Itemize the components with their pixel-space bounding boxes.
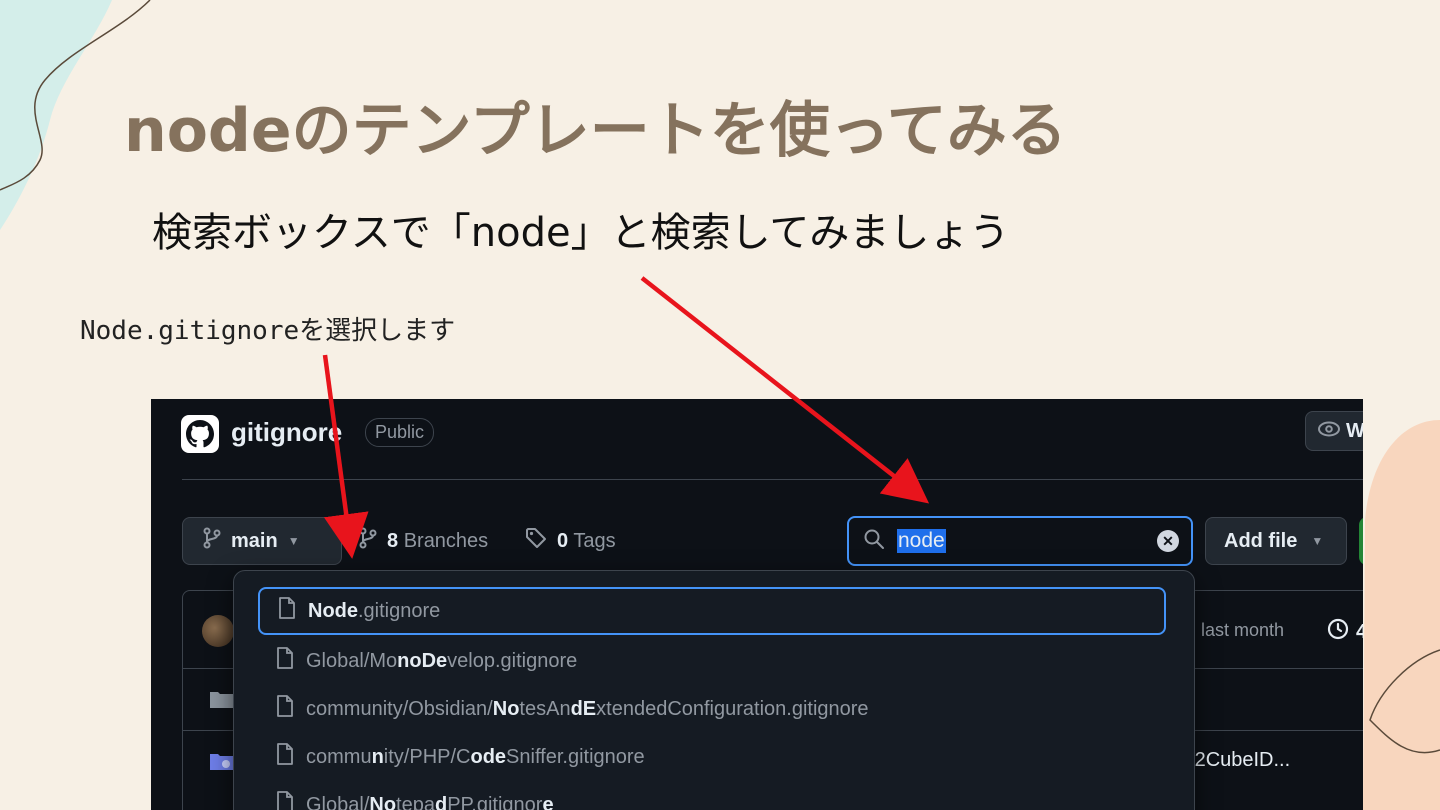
result-text: Global/ (306, 793, 370, 810)
search-result-label: Node.gitignore (308, 600, 440, 623)
result-text: Global/Mo (306, 649, 398, 672)
result-text: xtendedConfiguration.gitignore (596, 697, 869, 720)
clear-search-icon[interactable]: ✕ (1157, 530, 1179, 552)
search-result-item[interactable]: Node.gitignore (258, 587, 1166, 635)
watch-button[interactable]: W (1305, 411, 1363, 451)
watch-label: W (1346, 419, 1363, 442)
file-icon (276, 647, 294, 675)
submodule-folder-icon (209, 751, 235, 776)
commit-count: 4 (1356, 620, 1363, 643)
search-result-item[interactable]: Global/NotepadPP.gitignore (258, 781, 1166, 810)
match-highlight: Node (308, 599, 358, 622)
avatar[interactable] (202, 615, 234, 647)
search-result-item[interactable]: community/PHP/CodeSniffer.gitignore (258, 733, 1166, 781)
branches-link[interactable]: 8 Branches (359, 527, 488, 555)
branch-name: main (231, 529, 278, 552)
result-text: community/Obsidian/ (306, 697, 493, 720)
file-icon (276, 791, 294, 810)
result-text: tepa (396, 793, 435, 810)
file-icon (276, 695, 294, 723)
file-row-commit-message: l32CubeID... (1179, 749, 1291, 771)
header-divider (182, 479, 1363, 480)
search-input-value: node (897, 529, 946, 553)
result-text: PP.gitignor (447, 793, 543, 810)
github-logo-icon (181, 415, 219, 453)
match-highlight: e (542, 793, 554, 810)
file-icon (278, 597, 296, 625)
caret-down-icon: ▼ (1311, 534, 1324, 548)
slide-note: Node.gitignoreを選択します (80, 316, 456, 346)
match-highlight: n (371, 745, 384, 768)
commit-history-link[interactable]: 4 (1326, 617, 1363, 647)
match-highlight: dE (570, 697, 597, 720)
github-folder-icon (209, 689, 235, 714)
repo-name[interactable]: gitignore (231, 417, 342, 448)
tags-link[interactable]: 0 Tags (525, 527, 616, 555)
result-text: tesAn (519, 697, 571, 720)
result-text: commu (306, 745, 372, 768)
code-button[interactable] (1359, 517, 1363, 565)
search-result-label: Global/MonoDevelop.gitignore (306, 650, 577, 673)
match-highlight: d (434, 793, 448, 810)
result-text: ity/PHP/C (383, 745, 471, 768)
branches-label: Branches (403, 529, 489, 552)
search-results-dropdown: Node.gitignore Global/MonoDevelop.gitign… (233, 570, 1195, 810)
search-result-label: community/PHP/CodeSniffer.gitignore (306, 746, 645, 769)
branches-count: 8 (387, 529, 399, 552)
match-highlight: No (369, 793, 397, 810)
add-file-label: Add file (1224, 529, 1298, 552)
search-result-item[interactable]: Global/MonoDevelop.gitignore (258, 637, 1166, 685)
match-highlight: noDe (397, 649, 448, 672)
branch-icon (359, 527, 377, 555)
file-search-input[interactable]: node ✕ (847, 516, 1193, 566)
slide-subtitle: 検索ボックスで「node」と検索してみましょう (152, 210, 1010, 256)
tags-count: 0 (557, 529, 569, 552)
search-result-item[interactable]: community/Obsidian/NotesAndExtendedConfi… (258, 685, 1166, 733)
eye-icon (1318, 420, 1340, 443)
match-highlight: No (492, 697, 520, 720)
visibility-badge: Public (365, 418, 435, 447)
github-screenshot: gitignore Public W main ▼ 8 Branches 0 T… (151, 399, 1363, 810)
add-file-button[interactable]: Add file ▼ (1205, 517, 1347, 565)
branch-icon (203, 527, 221, 555)
tag-icon (525, 527, 547, 555)
result-text: Sniffer.gitignore (506, 745, 645, 768)
caret-down-icon: ▼ (287, 534, 300, 548)
result-text: .gitignore (358, 599, 441, 622)
tags-label: Tags (573, 529, 616, 552)
search-icon (863, 528, 885, 555)
match-highlight: ode (470, 745, 507, 768)
result-text: velop.gitignore (447, 649, 578, 672)
history-icon (1326, 617, 1350, 647)
file-icon (276, 743, 294, 771)
slide-title: nodeのテンプレートを使ってみる (124, 96, 1067, 166)
search-result-label: community/Obsidian/NotesAndExtendedConfi… (306, 698, 869, 721)
branch-selector-button[interactable]: main ▼ (182, 517, 342, 565)
commit-meta: l · last month (1181, 620, 1285, 640)
search-result-label: Global/NotepadPP.gitignore (306, 794, 554, 810)
